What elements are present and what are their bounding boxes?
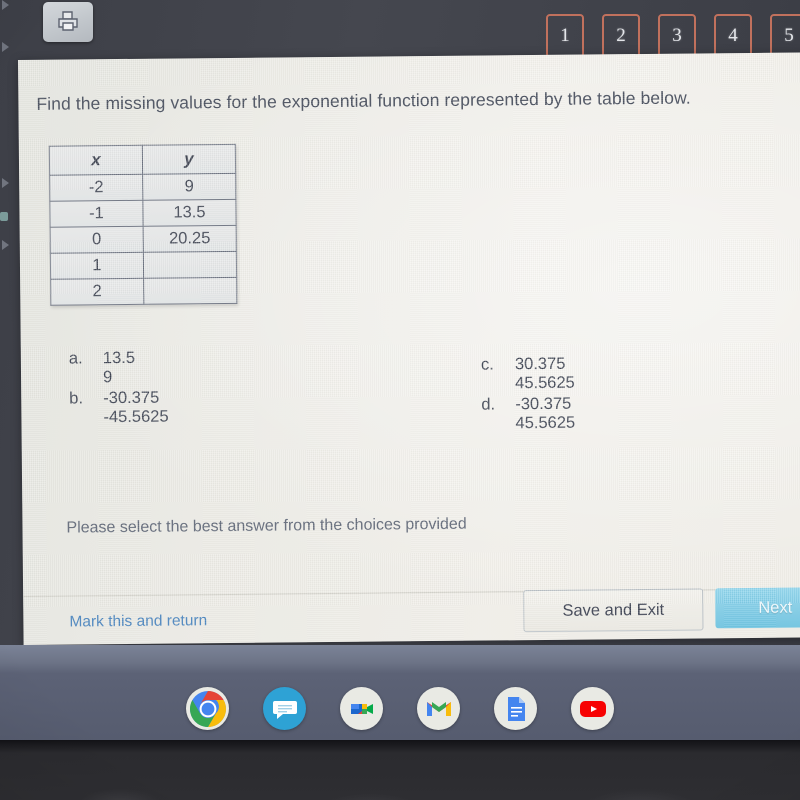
os-shelf xyxy=(0,645,800,740)
table-cell-x: 0 xyxy=(50,226,144,254)
table-row: 1 xyxy=(50,251,237,280)
youtube-icon[interactable] xyxy=(571,687,614,730)
edge-marker-dot xyxy=(0,212,8,221)
question-number-list[interactable]: 1 2 3 4 5 xyxy=(546,14,800,58)
laptop-screen-photo: 1 2 3 4 5 Find the missing values for th… xyxy=(0,0,800,800)
edge-marker-2 xyxy=(2,178,9,188)
next-button[interactable]: Next xyxy=(715,587,800,629)
mark-this-and-return-link[interactable]: Mark this and return xyxy=(69,612,207,631)
table-cell-x: -2 xyxy=(49,174,143,202)
choice-b-line2: -45.5625 xyxy=(103,407,169,427)
choice-letter-b: b. xyxy=(69,389,84,408)
page-footer-bar: Mark this and return Save and Exit Next xyxy=(23,587,800,645)
choice-a-line1: 13.5 xyxy=(102,348,136,368)
question-number-5[interactable]: 5 xyxy=(770,14,800,58)
table-row: -1 13.5 xyxy=(49,199,237,228)
choice-letter-d: d. xyxy=(481,395,496,414)
question-text: Find the missing values for the exponent… xyxy=(36,87,691,114)
table-cell-y: 9 xyxy=(142,173,236,201)
table-header-y: y xyxy=(142,144,236,175)
table-cell-y-empty xyxy=(143,277,237,305)
google-docs-icon[interactable] xyxy=(494,687,537,730)
answer-choices: a. 13.5 9 b. -30.375 -45.5625 c. 30.375 … xyxy=(49,343,789,432)
messages-icon[interactable] xyxy=(263,687,306,730)
choice-c-line1: 30.375 xyxy=(514,354,566,374)
question-number-2[interactable]: 2 xyxy=(602,14,640,58)
table-header-x: x xyxy=(49,145,143,176)
table-row: 0 20.25 xyxy=(50,225,237,254)
choice-a-line2: 9 xyxy=(102,368,113,387)
table-cell-x: 2 xyxy=(50,278,144,306)
edge-marker-1 xyxy=(2,42,9,52)
values-table: x y -2 9 -1 13.5 0 20.25 1 2 xyxy=(49,144,238,306)
chrome-icon[interactable] xyxy=(186,687,229,730)
answer-choice-c[interactable]: c. 30.375 45.5625 xyxy=(481,353,781,394)
edge-marker-3 xyxy=(2,240,9,250)
laptop-bezel xyxy=(0,740,800,800)
shelf-icon-list xyxy=(0,687,800,730)
choice-b-line1: -30.375 xyxy=(103,388,160,408)
table-cell-y: 13.5 xyxy=(142,199,237,227)
question-number-4[interactable]: 4 xyxy=(714,14,752,58)
save-and-exit-button[interactable]: Save and Exit xyxy=(523,588,704,633)
choice-letter-a: a. xyxy=(68,349,83,368)
choice-d-line2: 45.5625 xyxy=(515,413,576,433)
table-cell-x: -1 xyxy=(49,200,144,228)
answer-column-right: c. 30.375 45.5625 d. -30.375 45.5625 xyxy=(481,353,782,436)
gmail-icon[interactable] xyxy=(417,687,460,730)
table-cell-y-empty xyxy=(143,251,237,279)
table-row: 2 xyxy=(50,277,237,306)
table-header-row: x y xyxy=(49,144,236,176)
question-number-1[interactable]: 1 xyxy=(546,14,584,58)
choice-d-line1: -30.375 xyxy=(515,394,572,414)
answer-column-left: a. 13.5 9 b. -30.375 -45.5625 xyxy=(69,347,370,430)
answer-choice-d[interactable]: d. -30.375 45.5625 xyxy=(481,393,781,434)
table-cell-x: 1 xyxy=(50,252,144,280)
table-row: -2 9 xyxy=(49,173,236,202)
print-button[interactable] xyxy=(43,2,93,42)
printer-icon xyxy=(58,11,78,31)
answer-choice-b[interactable]: b. -30.375 -45.5625 xyxy=(69,387,369,428)
instruction-text: Please select the best answer from the c… xyxy=(66,515,467,537)
answer-choice-a[interactable]: a. 13.5 9 xyxy=(69,347,369,388)
google-meet-icon[interactable] xyxy=(340,687,383,730)
choice-c-line2: 45.5625 xyxy=(515,373,575,393)
choice-letter-c: c. xyxy=(480,355,494,374)
quiz-page: Find the missing values for the exponent… xyxy=(18,52,800,645)
question-number-3[interactable]: 3 xyxy=(658,14,696,58)
table-cell-y: 20.25 xyxy=(143,225,237,253)
